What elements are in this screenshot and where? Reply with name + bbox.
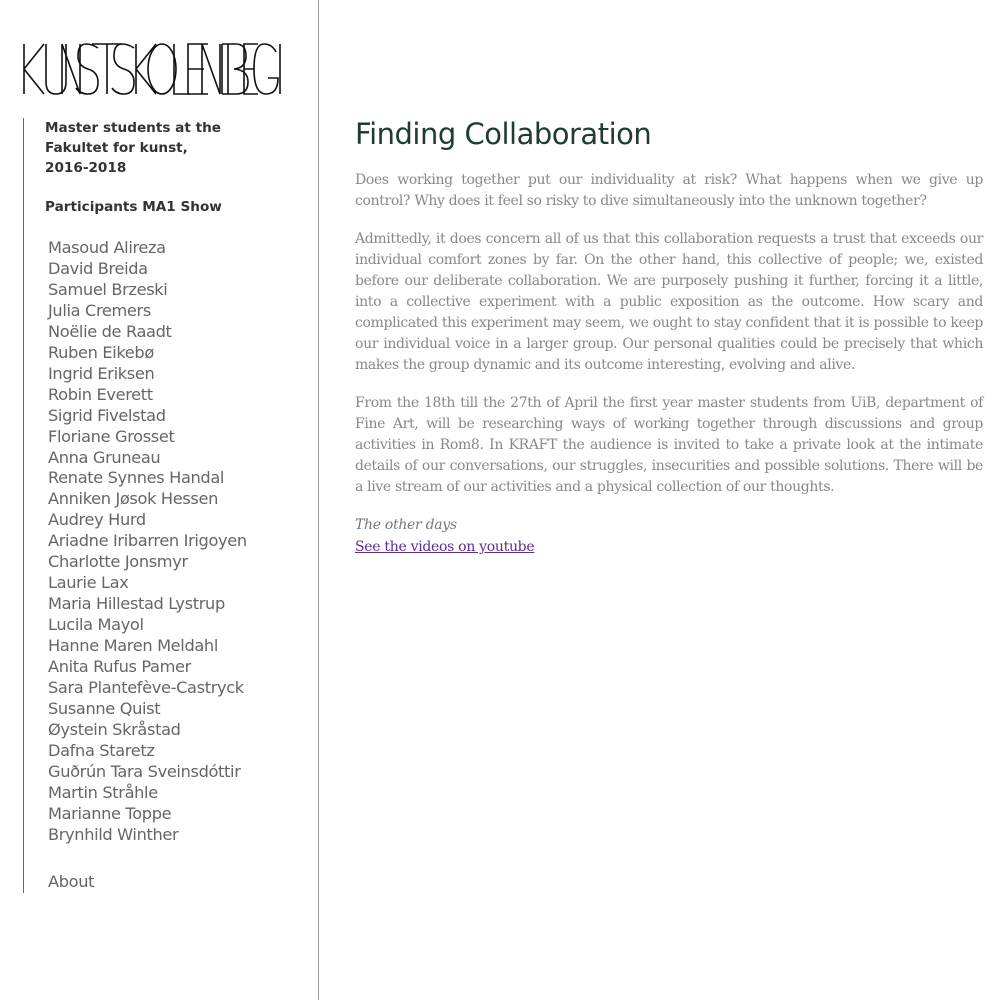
participant-link[interactable]: Audrey Hurd	[48, 510, 247, 531]
participant-link[interactable]: Guðrún Tara Sveinsdóttir	[48, 762, 247, 783]
participant-link[interactable]: Laurie Lax	[48, 573, 247, 594]
other-days-caption: The other days	[355, 517, 457, 533]
sidebar-divider	[23, 118, 24, 893]
participants-heading: Participants MA1 Show	[45, 199, 222, 215]
main-content: Finding Collaboration Does working toget…	[355, 112, 983, 558]
youtube-link[interactable]: See the videos on youtube	[355, 537, 535, 558]
site-logo[interactable]	[22, 42, 282, 96]
participant-link[interactable]: Martin Stråhle	[48, 783, 247, 804]
participant-link[interactable]: Noëlie de Raadt	[48, 322, 247, 343]
participant-link[interactable]: Anna Gruneau	[48, 448, 247, 469]
participant-link[interactable]: David Breida	[48, 259, 247, 280]
participant-link[interactable]: Robin Everett	[48, 385, 247, 406]
participant-link[interactable]: Susanne Quist	[48, 699, 247, 720]
body-paragraph: Admittedly, it does concern all of us th…	[355, 231, 983, 373]
body-paragraph: From the 18th till the 27th of April the…	[355, 395, 983, 495]
page-title: Finding Collaboration	[355, 117, 652, 151]
participant-link[interactable]: Charlotte Jonsmyr	[48, 552, 247, 573]
participant-link[interactable]: Brynhild Winther	[48, 825, 247, 846]
participant-link[interactable]: Anniken Jøsok Hessen	[48, 489, 247, 510]
participant-link[interactable]: Renate Synnes Handal	[48, 468, 247, 489]
participant-link[interactable]: Anita Rufus Pamer	[48, 657, 247, 678]
participant-link[interactable]: Sara Plantefève-Castryck	[48, 678, 247, 699]
participant-link[interactable]: Samuel Brzeski	[48, 280, 247, 301]
participants-list: Masoud Alireza David Breida Samuel Brzes…	[48, 238, 247, 846]
participant-link[interactable]: Ingrid Eriksen	[48, 364, 247, 385]
participant-link[interactable]: Julia Cremers	[48, 301, 247, 322]
participant-link[interactable]: Masoud Alireza	[48, 238, 247, 259]
participant-link[interactable]: Maria Hillestad Lystrup	[48, 594, 247, 615]
logo-wordmark-icon	[23, 43, 281, 95]
intro-text: Master students at the Fakultet for kuns…	[45, 120, 221, 176]
sidebar: Master students at the Fakultet for kuns…	[0, 0, 319, 1000]
participant-link[interactable]: Ruben Eikebø	[48, 343, 247, 364]
participant-link[interactable]: Øystein Skråstad	[48, 720, 247, 741]
participant-link[interactable]: Lucila Mayol	[48, 615, 247, 636]
participant-link[interactable]: Dafna Staretz	[48, 741, 247, 762]
participant-link[interactable]: Ariadne Iribarren Irigoyen	[48, 531, 247, 552]
body-paragraph: Does working together put our individual…	[355, 172, 983, 209]
participant-link[interactable]: Floriane Grosset	[48, 427, 247, 448]
participant-link[interactable]: Sigrid Fivelstad	[48, 406, 247, 427]
participant-link[interactable]: Hanne Maren Meldahl	[48, 636, 247, 657]
participant-link[interactable]: Marianne Toppe	[48, 804, 247, 825]
about-link[interactable]: About	[48, 872, 94, 891]
